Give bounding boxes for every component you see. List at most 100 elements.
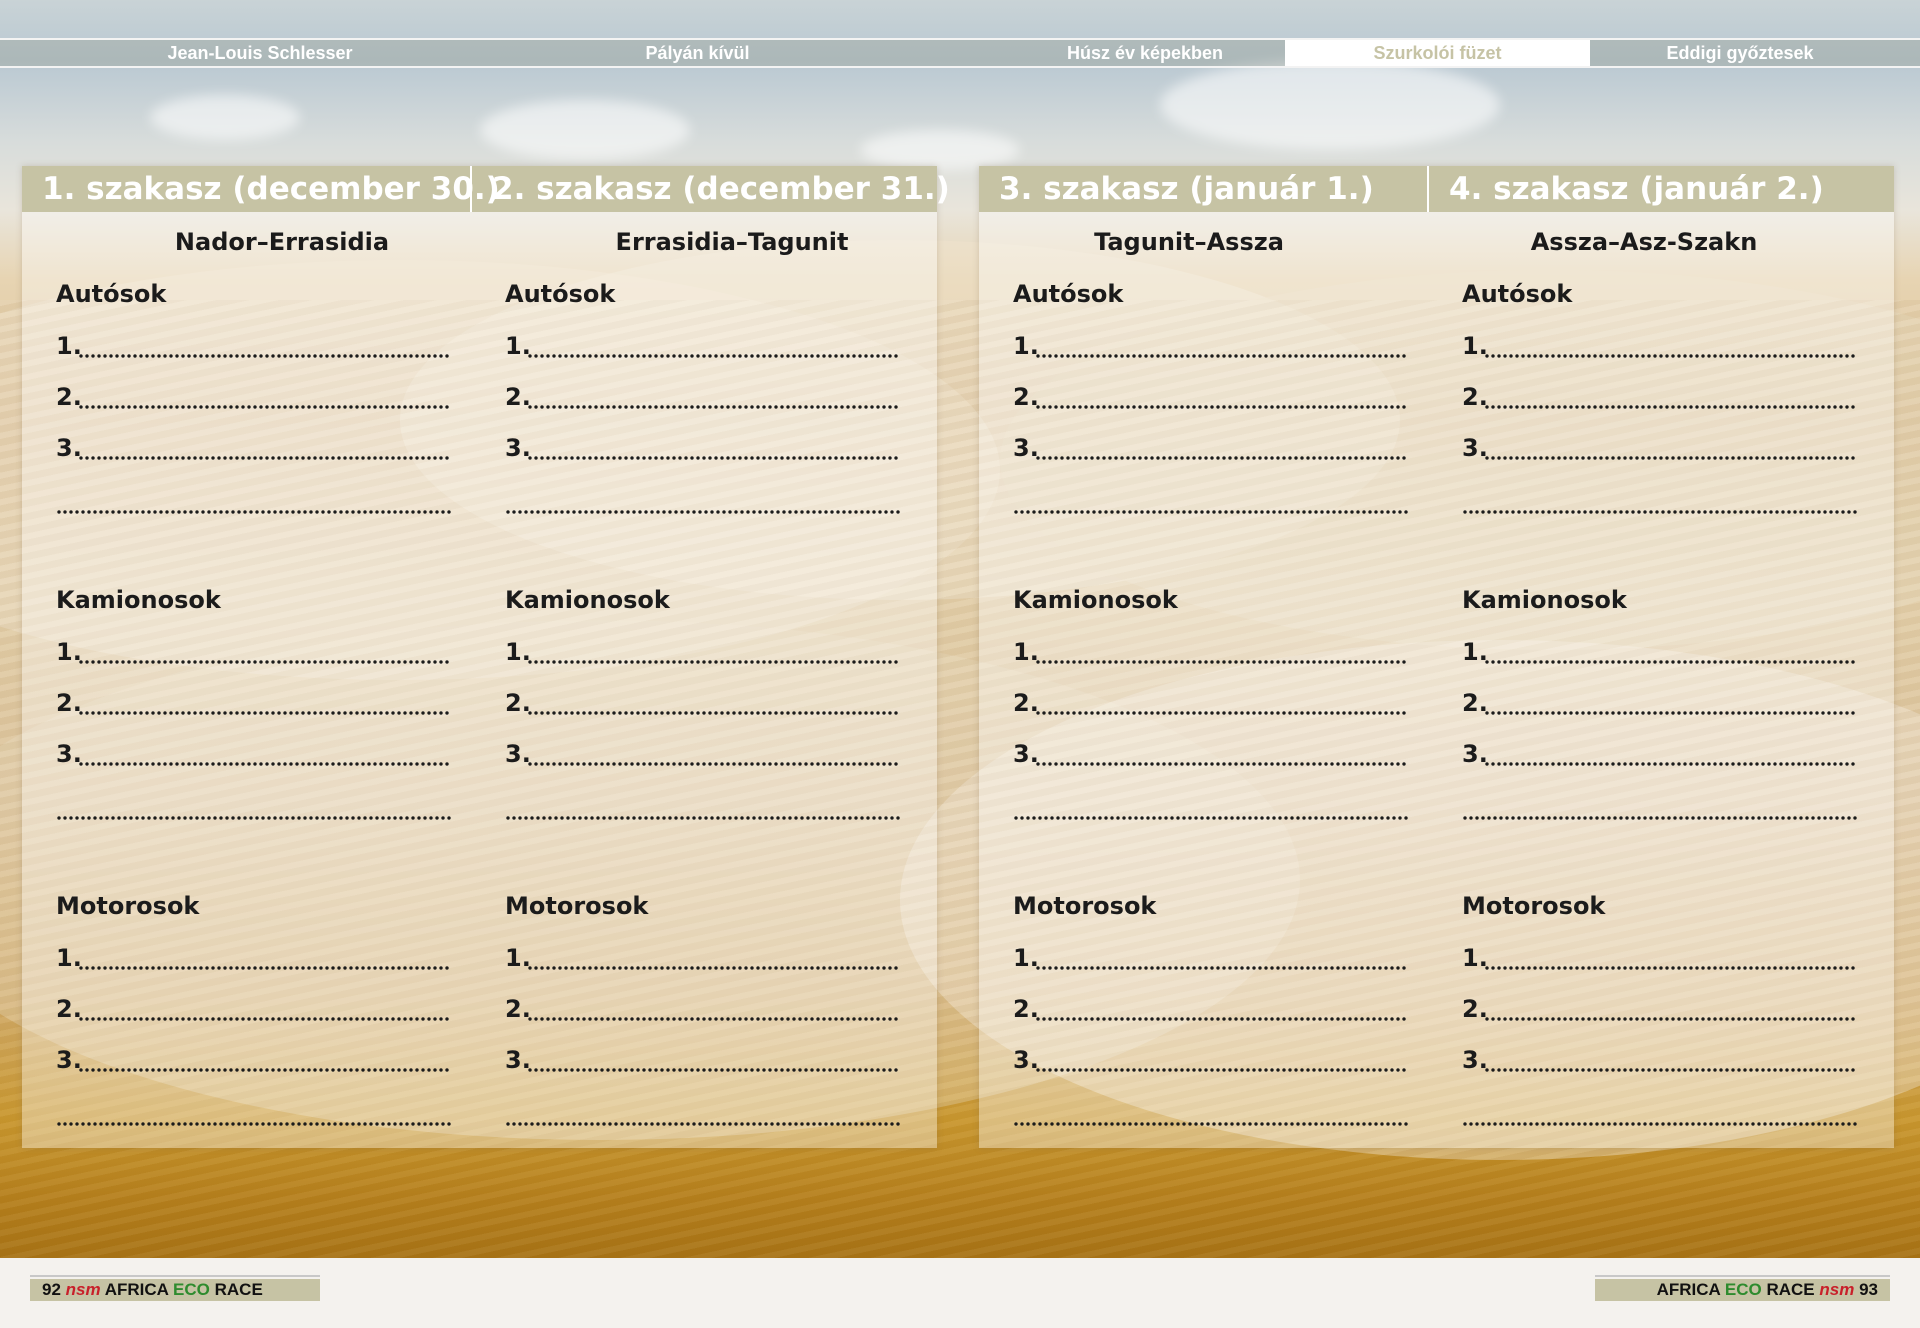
entry-line[interactable]: 3. <box>1013 740 1408 770</box>
cloud <box>860 130 1020 170</box>
entry-line[interactable]: 2. <box>505 995 900 1025</box>
entry-line[interactable]: 1. <box>1013 944 1408 974</box>
stage-title: 4. szakasz (január 2.) <box>1449 171 1824 207</box>
entry-line[interactable] <box>1013 488 1408 518</box>
entry-line[interactable]: 3. <box>505 434 900 464</box>
entry-line[interactable] <box>505 794 900 824</box>
page-number: 93 <box>1859 1280 1878 1299</box>
dotted-fill-line <box>1484 1017 1857 1021</box>
nav-item-eddigi-gyoztesek[interactable]: Eddigi győztesek <box>1590 40 1890 66</box>
dotted-fill-line <box>1035 405 1408 409</box>
entry-line[interactable]: 1. <box>1013 332 1408 362</box>
dotted-fill-line <box>1462 816 1857 820</box>
entry-line[interactable]: 3. <box>1462 434 1857 464</box>
stage-route: Nador–Errasidia <box>174 228 390 256</box>
nav-item-husz-ev[interactable]: Húsz év képekben <box>975 40 1315 66</box>
page-footer: 92 nsm AFRICA ECO RACE AFRICA ECO RACE n… <box>0 1258 1920 1328</box>
category-heading: Autósok <box>505 280 616 308</box>
category-heading: Kamionosok <box>505 586 670 614</box>
entry-line[interactable]: 1. <box>1462 332 1857 362</box>
nav-item-palyan-kivul[interactable]: Pályán kívül <box>530 40 865 66</box>
entry-line[interactable] <box>505 488 900 518</box>
dotted-fill-line <box>78 354 451 358</box>
entry-line[interactable]: 1. <box>505 332 900 362</box>
entry-line[interactable]: 1. <box>1013 638 1408 668</box>
entry-line[interactable] <box>505 1100 900 1130</box>
entry-line[interactable]: 2. <box>505 383 900 413</box>
entry-line[interactable]: 2. <box>1462 689 1857 719</box>
entry-line[interactable]: 2. <box>1462 995 1857 1025</box>
folio-left: 92 nsm AFRICA ECO RACE <box>30 1279 320 1301</box>
entry-line[interactable]: 2. <box>1013 689 1408 719</box>
dotted-fill-line <box>527 1017 900 1021</box>
entry-line[interactable] <box>1462 488 1857 518</box>
footer-rule <box>30 1275 320 1277</box>
stages-panel-right: 3. szakasz (január 1.) 4. szakasz (januá… <box>979 166 1894 1148</box>
category-heading: Motorosok <box>56 892 200 920</box>
dotted-fill-line <box>527 405 900 409</box>
entry-line[interactable]: 2. <box>56 383 451 413</box>
entry-line[interactable]: 2. <box>1013 383 1408 413</box>
entry-line[interactable]: 3. <box>505 1046 900 1076</box>
dotted-fill-line <box>505 816 900 820</box>
dotted-fill-line <box>1035 354 1408 358</box>
stage-title: 1. szakasz (december 30.) <box>42 171 500 207</box>
dotted-fill-line <box>527 354 900 358</box>
dotted-fill-line <box>527 762 900 766</box>
entry-line[interactable]: 3. <box>56 434 451 464</box>
entry-line[interactable]: 1. <box>56 638 451 668</box>
dotted-fill-line <box>78 966 451 970</box>
dotted-fill-line <box>1013 510 1408 514</box>
stage-route: Errasidia–Tagunit <box>615 228 849 256</box>
folio-word: AFRICA <box>104 1280 169 1299</box>
category-heading: Kamionosok <box>56 586 221 614</box>
dotted-fill-line <box>1013 816 1408 820</box>
dotted-fill-line <box>1013 1122 1408 1126</box>
entry-line[interactable]: 1. <box>505 638 900 668</box>
footer-rule <box>1595 1275 1890 1277</box>
entry-line[interactable]: 3. <box>56 1046 451 1076</box>
entry-line[interactable]: 3. <box>505 740 900 770</box>
nav-item-schlesser[interactable]: Jean-Louis Schlesser <box>90 40 430 66</box>
cloud <box>150 95 300 140</box>
dotted-fill-line <box>1484 711 1857 715</box>
entry-line[interactable] <box>1013 1100 1408 1130</box>
entry-line[interactable]: 2. <box>56 689 451 719</box>
entry-line[interactable]: 2. <box>1462 383 1857 413</box>
entry-line[interactable]: 2. <box>56 995 451 1025</box>
nav-item-szurkoloi-fuzet[interactable]: Szurkolói füzet <box>1285 40 1590 66</box>
entry-line[interactable]: 3. <box>1462 1046 1857 1076</box>
dotted-fill-line <box>1484 354 1857 358</box>
entry-line[interactable] <box>56 1100 451 1130</box>
dotted-fill-line <box>78 405 451 409</box>
entry-line[interactable] <box>1013 794 1408 824</box>
dotted-fill-line <box>527 966 900 970</box>
dotted-fill-line <box>56 510 451 514</box>
entry-line[interactable]: 3. <box>1013 434 1408 464</box>
entry-line[interactable]: 1. <box>1462 638 1857 668</box>
entry-line[interactable]: 3. <box>1462 740 1857 770</box>
category-heading: Autósok <box>1462 280 1573 308</box>
dotted-fill-line <box>527 456 900 460</box>
cloud <box>1160 60 1500 150</box>
entry-line[interactable]: 1. <box>56 944 451 974</box>
dotted-fill-line <box>1484 966 1857 970</box>
entry-line[interactable] <box>1462 1100 1857 1130</box>
entry-line[interactable]: 2. <box>505 689 900 719</box>
dotted-fill-line <box>1484 405 1857 409</box>
entry-line[interactable]: 1. <box>56 332 451 362</box>
entry-line[interactable]: 1. <box>505 944 900 974</box>
entry-line[interactable]: 3. <box>56 740 451 770</box>
entry-line[interactable]: 3. <box>1013 1046 1408 1076</box>
entry-line[interactable] <box>56 488 451 518</box>
entry-line[interactable] <box>56 794 451 824</box>
dotted-fill-line <box>78 660 451 664</box>
nsm-logo: nsm <box>1819 1280 1855 1299</box>
entry-line[interactable]: 2. <box>1013 995 1408 1025</box>
stage-route: Tagunit–Assza <box>1094 228 1284 256</box>
category-heading: Motorosok <box>505 892 649 920</box>
stage-route: Assza–Asz-Szakn <box>1530 228 1758 256</box>
entry-line[interactable]: 1. <box>1462 944 1857 974</box>
dotted-fill-line <box>1035 456 1408 460</box>
entry-line[interactable] <box>1462 794 1857 824</box>
